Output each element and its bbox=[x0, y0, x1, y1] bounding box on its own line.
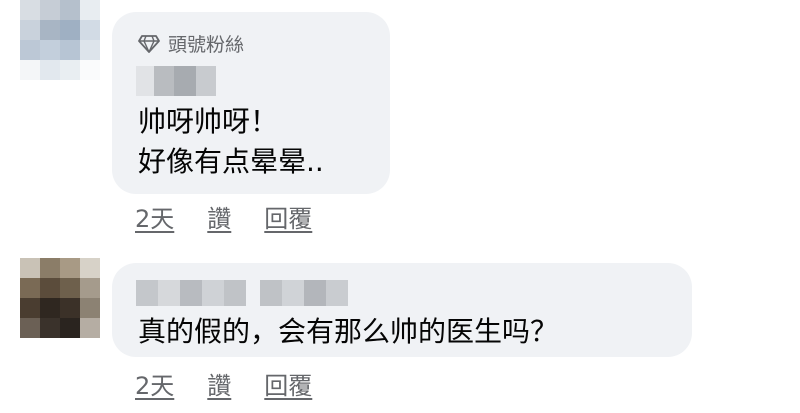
reply-button[interactable]: 回覆 bbox=[264, 199, 312, 234]
comment-text: 帅呀帅呀！ 好像有点晕晕.. bbox=[138, 105, 324, 178]
timestamp-link[interactable]: 2天 bbox=[135, 199, 174, 234]
diamond-icon bbox=[138, 34, 160, 53]
comment-actions: 2天 讚 回覆 bbox=[135, 199, 312, 234]
like-button[interactable]: 讚 bbox=[207, 199, 231, 234]
commenter-avatar[interactable] bbox=[20, 258, 100, 338]
comment-actions: 2天 讚 回覆 bbox=[135, 366, 312, 401]
commenter-avatar[interactable] bbox=[20, 0, 100, 80]
comment-bubble: 真的假的，会有那么帅的医生吗？ bbox=[112, 263, 692, 357]
comment-bubble: 頭號粉絲 帅呀帅呀！ 好像有点晕晕.. bbox=[112, 12, 390, 194]
commenter-name[interactable] bbox=[136, 66, 216, 96]
like-button[interactable]: 讚 bbox=[207, 366, 231, 401]
commenter-name[interactable] bbox=[136, 280, 348, 306]
timestamp-link[interactable]: 2天 bbox=[135, 366, 174, 401]
top-fan-badge: 頭號粉絲 bbox=[138, 30, 244, 57]
reply-button[interactable]: 回覆 bbox=[264, 366, 312, 401]
badge-label: 頭號粉絲 bbox=[168, 34, 245, 56]
comment-text: 真的假的，会有那么帅的医生吗？ bbox=[138, 315, 559, 348]
